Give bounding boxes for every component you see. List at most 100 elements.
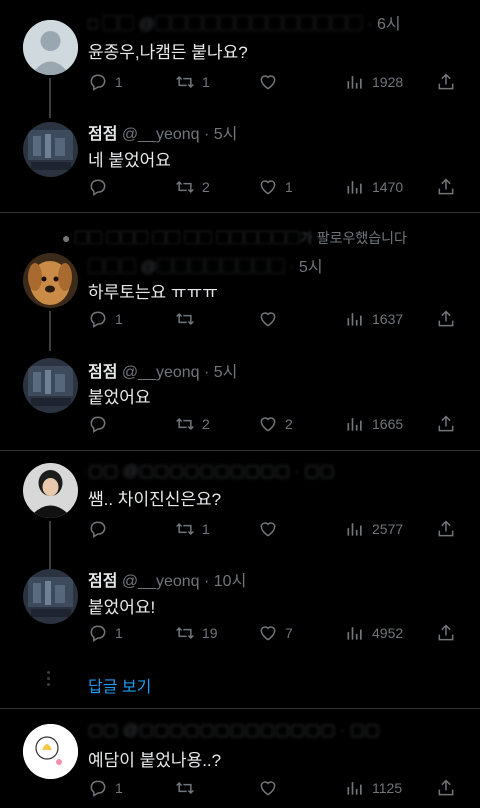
views-button[interactable]: 4952 bbox=[345, 621, 403, 645]
tweet-text: 윤종우,나캠든 붙나요? bbox=[88, 43, 248, 62]
retweet-button[interactable] bbox=[175, 776, 202, 800]
views-button[interactable]: 1665 bbox=[345, 412, 403, 436]
retweet-button[interactable]: 1 bbox=[175, 70, 210, 94]
like-button[interactable]: 2 bbox=[258, 412, 293, 436]
retweet-button[interactable]: 2 bbox=[175, 412, 210, 436]
tweet[interactable]: 점점 @__yeonq · 10시 붙었어요! 1 19 7 4952 bbox=[0, 561, 480, 661]
avatar[interactable] bbox=[23, 569, 78, 624]
share-button[interactable] bbox=[436, 621, 463, 645]
views-icon bbox=[347, 523, 362, 536]
person-icon: ● bbox=[62, 230, 71, 246]
share-button[interactable] bbox=[436, 175, 463, 199]
tweet-actions: 1 1125 bbox=[88, 776, 458, 800]
share-icon bbox=[438, 415, 454, 432]
tweet[interactable]: ▢▢▢ @▢▢▢▢▢▢▢▢ · 5시 하루토는요 ㅠㅠㅠ 1 1637 bbox=[0, 245, 480, 351]
like-button[interactable]: 7 bbox=[258, 621, 293, 645]
avatar-image bbox=[23, 724, 78, 779]
reply-button[interactable]: 1 bbox=[88, 621, 123, 645]
share-icon bbox=[438, 779, 454, 796]
views-button[interactable]: 1928 bbox=[345, 70, 403, 94]
share-icon bbox=[438, 178, 454, 195]
retweet-button[interactable]: 2 bbox=[175, 175, 210, 199]
reply-button[interactable] bbox=[88, 175, 115, 199]
reply-icon bbox=[90, 74, 106, 91]
reply-button[interactable] bbox=[88, 412, 115, 436]
like-count: 2 bbox=[285, 416, 293, 432]
divider bbox=[0, 708, 480, 709]
tweet[interactable]: ▢▢ @▢▢▢▢▢▢▢▢▢▢ · ▢▢ 쌤.. 차이진신은요? 1 2577 bbox=[0, 455, 480, 571]
heart-icon bbox=[260, 522, 276, 537]
display-name[interactable]: 점점 bbox=[88, 364, 117, 381]
reply-count: 1 bbox=[115, 780, 123, 796]
tweet-time: 5시 bbox=[213, 364, 238, 381]
like-button[interactable] bbox=[258, 307, 285, 331]
tweet-text: 붙었어요! bbox=[88, 598, 156, 617]
share-icon bbox=[438, 624, 454, 641]
reply-button[interactable]: 1 bbox=[88, 776, 123, 800]
tweet-header: 점점 @__yeonq · 5시 bbox=[88, 126, 238, 143]
tweet-time: 6시 bbox=[377, 16, 401, 33]
show-replies-link[interactable]: 답글 보기 bbox=[88, 673, 151, 697]
tweet-time: 5시 bbox=[213, 126, 238, 143]
views-count: 1470 bbox=[372, 179, 404, 195]
tweet-actions: 1 1637 bbox=[88, 307, 458, 331]
share-button[interactable] bbox=[436, 307, 463, 331]
username[interactable]: @__yeonq bbox=[122, 126, 200, 143]
tweet-time: 10시 bbox=[213, 573, 247, 590]
like-button[interactable] bbox=[258, 70, 285, 94]
views-icon bbox=[347, 782, 362, 795]
thread-dots bbox=[47, 668, 51, 689]
like-count: 7 bbox=[285, 625, 293, 641]
display-name[interactable]: 점점 bbox=[88, 126, 117, 143]
reply-button[interactable]: 1 bbox=[88, 70, 123, 94]
tweet-header: ▢▢▢ @▢▢▢▢▢▢▢▢ · 5시 bbox=[88, 259, 323, 276]
views-count: 1637 bbox=[372, 311, 404, 327]
avatar-image bbox=[23, 122, 78, 177]
avatar[interactable] bbox=[23, 463, 78, 518]
reply-icon bbox=[90, 179, 106, 196]
views-count: 1665 bbox=[372, 416, 404, 432]
username[interactable]: @__yeonq bbox=[122, 364, 200, 381]
avatar[interactable] bbox=[23, 20, 78, 75]
display-name[interactable]: 점점 bbox=[88, 573, 117, 590]
like-button[interactable] bbox=[258, 517, 285, 541]
avatar[interactable] bbox=[23, 358, 78, 413]
reply-count: 1 bbox=[115, 311, 123, 327]
tweet[interactable]: 점점 @__yeonq · 5시 네 붙었어요 2 1 1470 bbox=[0, 112, 480, 212]
avatar[interactable] bbox=[23, 253, 78, 308]
retweet-button[interactable]: 1 bbox=[175, 517, 210, 541]
reply-button[interactable]: 1 bbox=[88, 307, 123, 331]
username[interactable]: @__yeonq bbox=[122, 573, 200, 590]
retweet-icon bbox=[176, 781, 194, 795]
tweet-header: 점점 @__yeonq · 5시 bbox=[88, 364, 238, 381]
share-button[interactable] bbox=[436, 412, 463, 436]
retweet-button[interactable]: 19 bbox=[175, 621, 218, 645]
tweet-header: ▢▢ @▢▢▢▢▢▢▢▢▢▢ · ▢▢ bbox=[88, 463, 335, 480]
tweet-time: 5시 bbox=[298, 259, 323, 276]
reply-button[interactable] bbox=[88, 517, 115, 541]
share-icon bbox=[438, 520, 454, 537]
views-count: 1125 bbox=[372, 780, 403, 796]
tweet-text: 붙었어요 bbox=[88, 388, 151, 407]
like-button[interactable]: 1 bbox=[258, 175, 293, 199]
views-button[interactable]: 1125 bbox=[345, 776, 402, 800]
share-button[interactable] bbox=[436, 517, 463, 541]
views-button[interactable]: 2577 bbox=[345, 517, 403, 541]
tweet-text: 쌤.. 차이진신은요? bbox=[88, 490, 222, 509]
like-button[interactable] bbox=[258, 776, 285, 800]
heart-icon bbox=[260, 180, 276, 195]
tweet[interactable]: □ ▢▢ @▢▢▢▢▢▢▢▢▢▢▢▢▢ · 6시 윤종우,나캠든 붙나요? 1 … bbox=[0, 0, 480, 118]
views-button[interactable]: 1637 bbox=[345, 307, 403, 331]
avatar[interactable] bbox=[23, 122, 78, 177]
share-button[interactable] bbox=[436, 70, 463, 94]
reply-icon bbox=[90, 625, 106, 642]
views-icon bbox=[347, 76, 362, 89]
tweet[interactable]: ▢▢ @▢▢▢▢▢▢▢▢▢▢▢▢▢ · ▢▢ 예담이 붙었나용..? 1 112… bbox=[0, 712, 480, 808]
share-button[interactable] bbox=[436, 776, 463, 800]
heart-icon bbox=[260, 75, 276, 90]
tweet[interactable]: 점점 @__yeonq · 5시 붙었어요 2 2 1665 bbox=[0, 350, 480, 450]
views-button[interactable]: 1470 bbox=[345, 175, 403, 199]
divider bbox=[0, 212, 480, 213]
avatar[interactable] bbox=[23, 724, 78, 779]
retweet-button[interactable] bbox=[175, 307, 202, 331]
